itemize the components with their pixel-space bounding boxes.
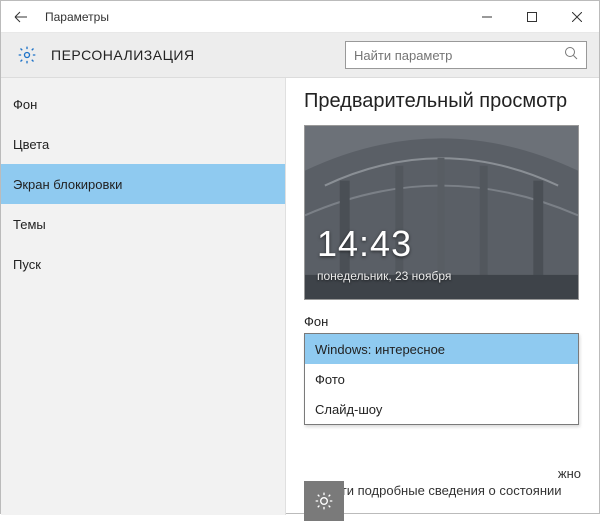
content: Предварительный просмотр 14:43 понедельн… <box>286 78 599 515</box>
titlebar: Параметры <box>1 1 599 33</box>
obscured-text: жно вывести подробные сведения о состоян… <box>304 466 581 500</box>
search-icon <box>564 46 578 65</box>
option-windows-spotlight[interactable]: Windows: интересное <box>305 334 578 364</box>
sidebar-item-start[interactable]: Пуск <box>1 244 285 284</box>
body: Фон Цвета Экран блокировки Темы Пуск Пре… <box>1 78 599 515</box>
back-button[interactable] <box>1 1 41 33</box>
sun-icon <box>314 491 334 511</box>
page-title: ПЕРСОНАЛИЗАЦИЯ <box>41 47 345 63</box>
sidebar-item-colors[interactable]: Цвета <box>1 124 285 164</box>
sidebar-item-background[interactable]: Фон <box>1 84 285 124</box>
window-title: Параметры <box>41 10 464 24</box>
header: ПЕРСОНАЛИЗАЦИЯ <box>1 33 599 78</box>
search-box[interactable] <box>345 41 587 69</box>
lockscreen-preview: 14:43 понедельник, 23 ноября <box>304 125 579 300</box>
close-button[interactable] <box>554 1 599 33</box>
background-label: Фон <box>304 314 581 329</box>
app-status-tile[interactable] <box>304 481 344 521</box>
preview-date: понедельник, 23 ноября <box>317 269 451 283</box>
minimize-button[interactable] <box>464 1 509 33</box>
option-photo[interactable]: Фото <box>305 364 578 394</box>
background-dropdown[interactable]: Windows: интересное Фото Слайд-шоу <box>304 333 579 425</box>
preview-clock: 14:43 <box>317 223 412 265</box>
preview-heading: Предварительный просмотр <box>304 90 581 113</box>
sidebar: Фон Цвета Экран блокировки Темы Пуск <box>1 78 286 515</box>
search-input[interactable] <box>354 48 564 63</box>
gear-icon <box>13 45 41 65</box>
option-slideshow[interactable]: Слайд-шоу <box>305 394 578 424</box>
sidebar-item-lockscreen[interactable]: Экран блокировки <box>1 164 285 204</box>
maximize-button[interactable] <box>509 1 554 33</box>
sidebar-item-themes[interactable]: Темы <box>1 204 285 244</box>
